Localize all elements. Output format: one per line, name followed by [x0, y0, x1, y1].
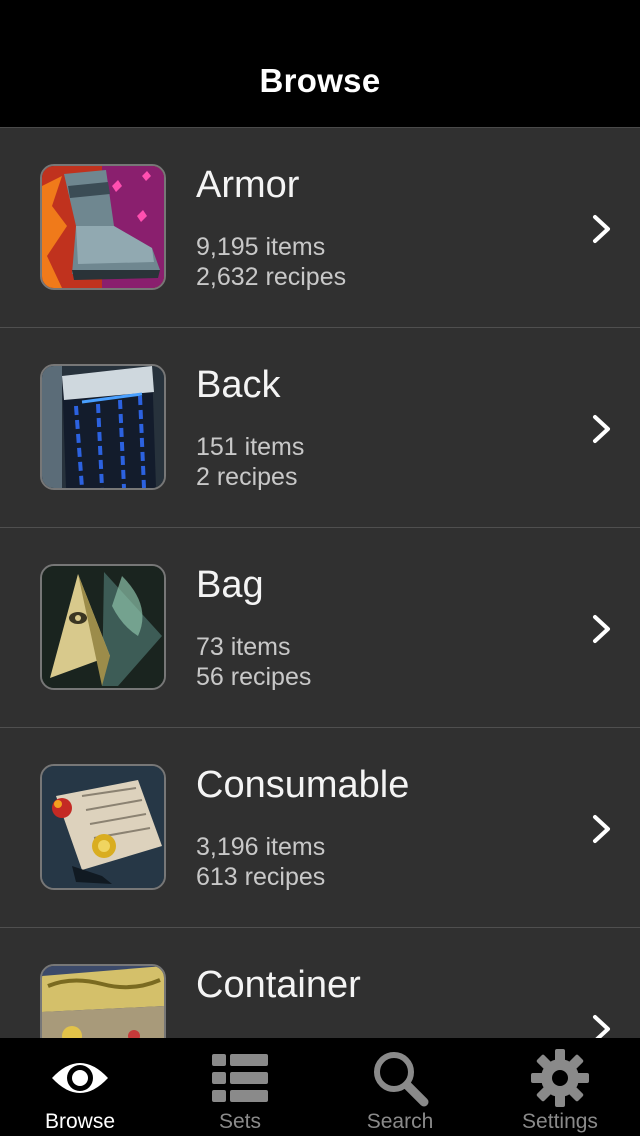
item-count: 151 items: [196, 433, 305, 461]
recipe-count: 613 recipes: [196, 863, 326, 891]
tab-sets[interactable]: Sets: [160, 1038, 320, 1136]
chevron-right-icon: [593, 1015, 610, 1038]
list-item-container[interactable]: Container: [0, 928, 640, 1038]
tab-label: Sets: [218, 1110, 262, 1133]
chevron-right-icon: [593, 815, 610, 843]
item-count: 73 items: [196, 633, 291, 661]
chevron-right-icon: [593, 415, 610, 443]
list-item-back[interactable]: Back 151 items 2 recipes: [0, 328, 640, 528]
armor-boot-icon: [40, 164, 166, 290]
list-item-bag[interactable]: Bag 73 items 56 recipes: [0, 528, 640, 728]
list-item-armor[interactable]: Armor 9,195 items 2,632 recipes: [0, 128, 640, 328]
list-icon: [212, 1054, 268, 1102]
consumable-scroll-icon: [40, 764, 166, 890]
category-title: Back: [196, 364, 281, 406]
category-title: Bag: [196, 564, 264, 606]
navigation-bar: Browse: [0, 0, 640, 128]
tab-bar: Browse Sets Search Settings: [0, 1038, 640, 1136]
recipe-count: 2,632 recipes: [196, 263, 347, 291]
chevron-right-icon: [593, 615, 610, 643]
tab-label: Browse: [44, 1110, 116, 1133]
tab-browse[interactable]: Browse: [0, 1038, 160, 1136]
category-title: Armor: [196, 164, 300, 206]
category-title: Container: [196, 964, 361, 1006]
category-list[interactable]: Armor 9,195 items 2,632 recipes Back 151…: [0, 128, 640, 1038]
tab-label: Search: [366, 1110, 434, 1133]
list-item-consumable[interactable]: Consumable 3,196 items 613 recipes: [0, 728, 640, 928]
back-cape-icon: [40, 364, 166, 490]
recipe-count: 56 recipes: [196, 663, 312, 691]
tab-search[interactable]: Search: [320, 1038, 480, 1136]
magnifier-icon: [374, 1052, 429, 1107]
container-chest-icon: [40, 964, 166, 1038]
eye-icon: [52, 1063, 108, 1093]
gear-icon: [531, 1049, 589, 1107]
bag-pyramid-icon: [40, 564, 166, 690]
tab-settings[interactable]: Settings: [480, 1038, 640, 1136]
page-title: Browse: [259, 62, 381, 99]
chevron-right-icon: [593, 215, 610, 243]
item-count: 3,196 items: [196, 833, 326, 861]
item-count: 9,195 items: [196, 233, 326, 261]
tab-label: Settings: [522, 1110, 598, 1133]
recipe-count: 2 recipes: [196, 463, 298, 491]
category-title: Consumable: [196, 764, 410, 806]
